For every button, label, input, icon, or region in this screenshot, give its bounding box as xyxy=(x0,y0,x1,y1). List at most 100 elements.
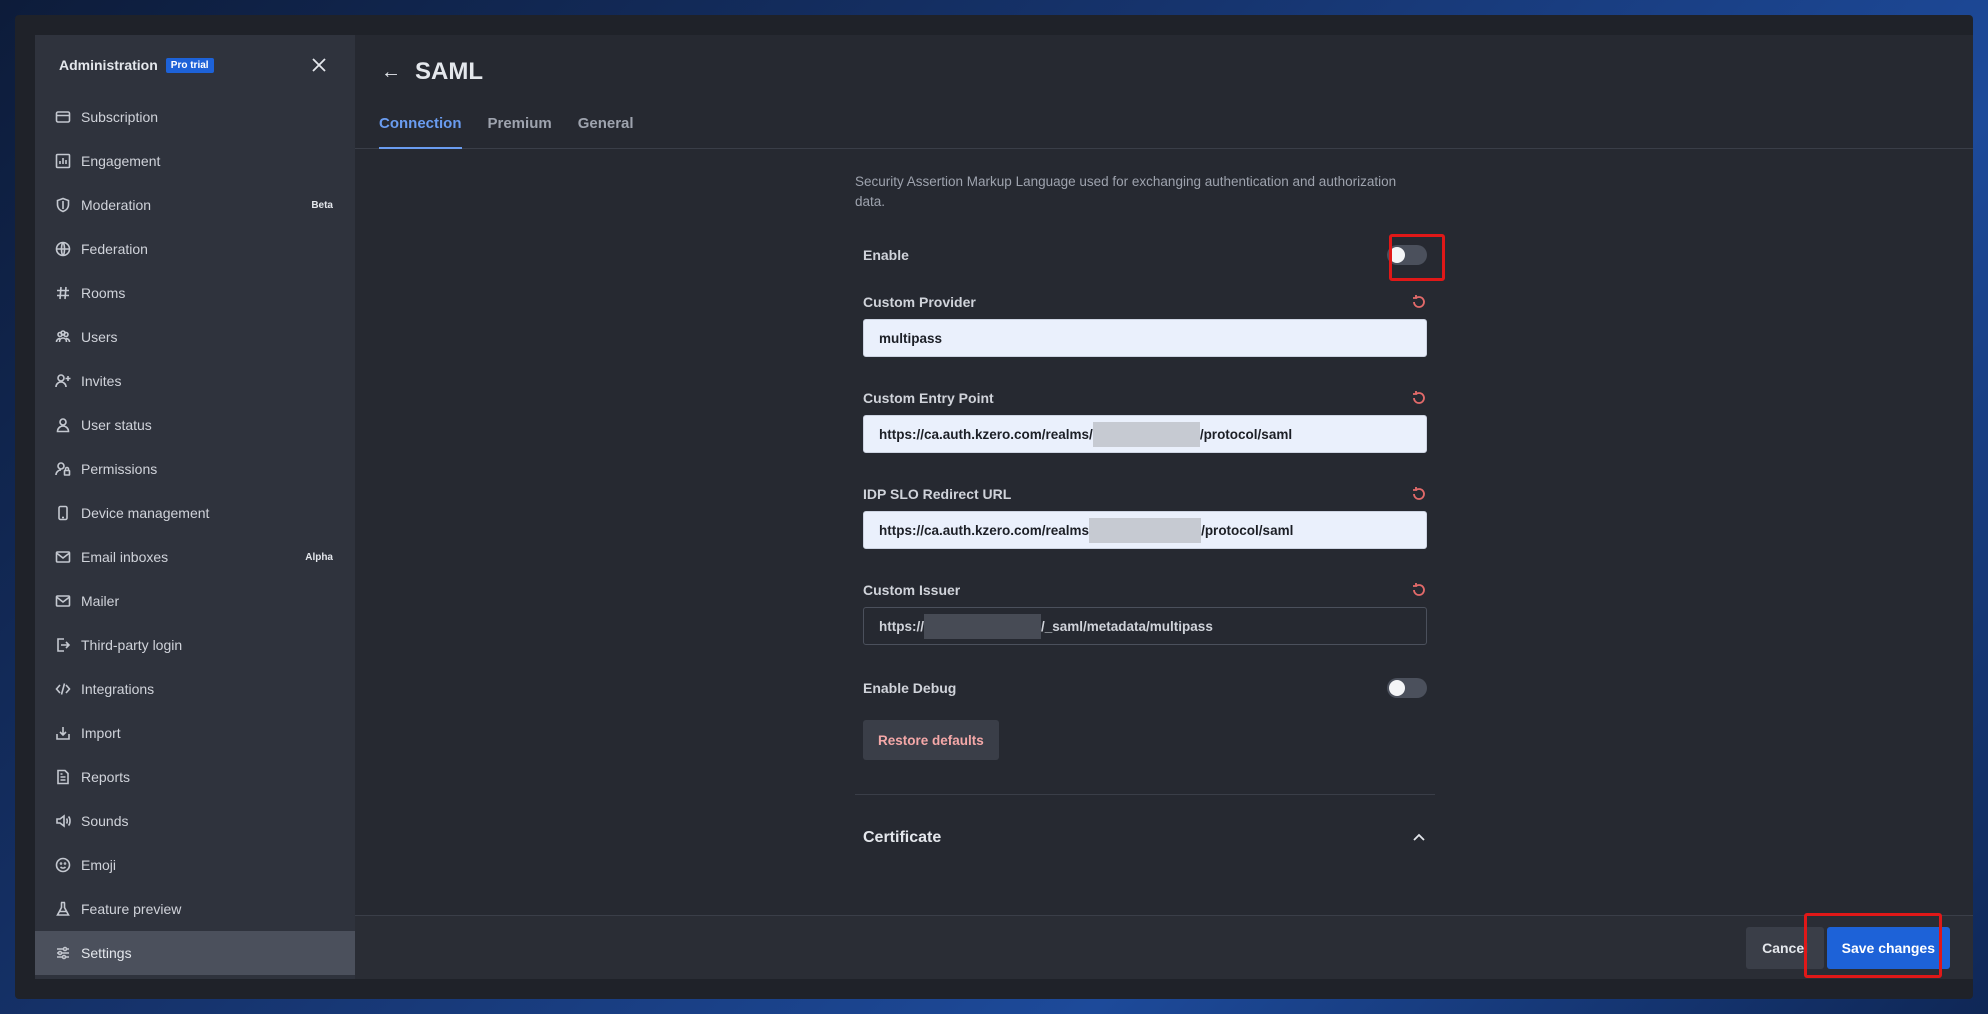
tab-connection[interactable]: Connection xyxy=(379,109,462,149)
sidebar-item-label: Federation xyxy=(81,241,148,257)
mail-icon xyxy=(55,593,71,609)
sidebar-item-label: Rooms xyxy=(81,285,126,301)
custom-issuer-row: Custom Issuer xyxy=(855,582,1427,598)
certificate-section-header[interactable]: Certificate xyxy=(855,829,1427,847)
enable-toggle[interactable] xyxy=(1387,245,1427,265)
certificate-title: Certificate xyxy=(863,829,942,846)
bar-chart-icon xyxy=(55,153,71,169)
sidebar-item-integrations[interactable]: Integrations xyxy=(35,667,355,711)
idp-slo-input[interactable]: https://ca.auth.kzero.com/realms /protoc… xyxy=(863,511,1427,549)
sliders-icon xyxy=(55,945,71,961)
sidebar-item-email-inboxes[interactable]: Email inboxes Alpha xyxy=(35,535,355,579)
sidebar-item-label: Reports xyxy=(81,769,131,785)
sidebar-item-label: Moderation xyxy=(81,197,152,213)
custom-provider-row: Custom Provider xyxy=(855,294,1427,310)
sidebar-header: Administration Pro trial xyxy=(35,35,355,95)
admin-nav: Subscription Engagement Moderation Beta Fede… xyxy=(35,95,355,975)
sidebar-item-label: Subscription xyxy=(81,109,159,125)
page-header: ← SAML xyxy=(355,35,1973,109)
sidebar-item-permissions[interactable]: Permissions xyxy=(35,447,355,491)
sidebar-item-engagement[interactable]: Engagement xyxy=(35,139,355,183)
sidebar-item-emoji[interactable]: Emoji xyxy=(35,843,355,887)
custom-entry-point-suffix: /protocol/saml xyxy=(1199,426,1293,442)
sidebar-item-badge: Alpha xyxy=(305,551,333,563)
idp-slo-label: IDP SLO Redirect URL xyxy=(863,486,1012,502)
globe-icon xyxy=(55,241,71,257)
sidebar-item-label: Permissions xyxy=(81,461,158,477)
saml-form: Security Assertion Markup Language used … xyxy=(855,172,1435,847)
mail-icon xyxy=(55,549,71,565)
user-lock-icon xyxy=(55,461,71,477)
sidebar-item-label: Engagement xyxy=(81,153,161,169)
tab-general[interactable]: General xyxy=(578,109,634,149)
sidebar-item-subscription[interactable]: Subscription xyxy=(35,95,355,139)
footer-bar: Cancel Save changes xyxy=(355,915,1973,979)
document-icon xyxy=(55,769,71,785)
custom-entry-point-prefix: https://ca.auth.kzero.com/realms/ xyxy=(879,426,1093,442)
flask-icon xyxy=(55,901,71,917)
custom-issuer-input[interactable]: https:// /_saml/metadata/multipass xyxy=(863,607,1427,645)
enable-debug-row: Enable Debug xyxy=(855,678,1427,698)
custom-provider-label: Custom Provider xyxy=(863,294,976,310)
sidebar-item-label: Import xyxy=(81,725,121,741)
sidebar-item-label: Emoji xyxy=(81,857,117,873)
save-changes-button[interactable]: Save changes xyxy=(1826,927,1950,969)
admin-sidebar: Administration Pro trial Subscription Eng… xyxy=(35,35,355,979)
sidebar-item-device-management[interactable]: Device management xyxy=(35,491,355,535)
custom-issuer-label: Custom Issuer xyxy=(863,582,961,598)
user-plus-icon xyxy=(55,373,71,389)
sidebar-item-settings[interactable]: Settings xyxy=(35,931,355,975)
redacted-block xyxy=(1092,421,1200,447)
back-arrow-icon[interactable]: ← xyxy=(381,61,401,84)
main-panel: ← SAML Connection Premium General Securi… xyxy=(355,35,1973,979)
sidebar-item-third-party-login[interactable]: Third-party login xyxy=(35,623,355,667)
download-icon xyxy=(55,725,71,741)
sidebar-title: Administration xyxy=(59,57,158,73)
app-window: Administration Pro trial Subscription Eng… xyxy=(15,15,1973,999)
sidebar-item-rooms[interactable]: Rooms xyxy=(35,271,355,315)
restore-defaults-button[interactable]: Restore defaults xyxy=(863,720,999,760)
sidebar-item-sounds[interactable]: Sounds xyxy=(35,799,355,843)
sidebar-item-users[interactable]: Users xyxy=(35,315,355,359)
reset-icon[interactable] xyxy=(1411,486,1427,502)
reset-icon[interactable] xyxy=(1411,294,1427,310)
team-icon xyxy=(55,329,71,345)
page-title: SAML xyxy=(415,58,483,85)
sidebar-item-user-status[interactable]: User status xyxy=(35,403,355,447)
sidebar-item-label: Feature preview xyxy=(81,901,182,917)
sidebar-item-label: Mailer xyxy=(81,593,120,609)
sidebar-item-reports[interactable]: Reports xyxy=(35,755,355,799)
sidebar-item-moderation[interactable]: Moderation Beta xyxy=(35,183,355,227)
sidebar-item-federation[interactable]: Federation xyxy=(35,227,355,271)
custom-entry-point-input[interactable]: https://ca.auth.kzero.com/realms/ /proto… xyxy=(863,415,1427,453)
section-divider xyxy=(855,794,1435,795)
custom-issuer-suffix: /_saml/metadata/multipass xyxy=(1041,618,1213,634)
reset-icon[interactable] xyxy=(1411,582,1427,598)
custom-issuer-prefix: https:// xyxy=(879,618,924,634)
sidebar-item-label: Email inboxes xyxy=(81,549,169,565)
sidebar-item-label: Integrations xyxy=(81,681,155,697)
settings-tabs: Connection Premium General xyxy=(355,109,1973,149)
reset-icon[interactable] xyxy=(1411,390,1427,406)
enable-debug-toggle[interactable] xyxy=(1387,678,1427,698)
sidebar-item-label: Device management xyxy=(81,505,210,521)
pro-trial-badge: Pro trial xyxy=(165,57,214,73)
idp-slo-suffix: /protocol/saml xyxy=(1201,522,1294,538)
cancel-button[interactable]: Cancel xyxy=(1746,927,1824,969)
tab-premium[interactable]: Premium xyxy=(488,109,552,149)
redacted-block xyxy=(924,613,1041,639)
sidebar-item-feature-preview[interactable]: Feature preview xyxy=(35,887,355,931)
emoji-icon xyxy=(55,857,71,873)
sidebar-item-mailer[interactable]: Mailer xyxy=(35,579,355,623)
sidebar-item-label: Third-party login xyxy=(81,637,183,653)
chevron-up-icon[interactable] xyxy=(1411,830,1427,846)
custom-provider-value: multipass xyxy=(879,330,943,346)
custom-entry-point-row: Custom Entry Point xyxy=(855,390,1427,406)
sidebar-item-import[interactable]: Import xyxy=(35,711,355,755)
close-icon[interactable] xyxy=(311,57,327,73)
sidebar-item-label: Users xyxy=(81,329,118,345)
user-icon xyxy=(55,417,71,433)
custom-provider-input[interactable]: multipass xyxy=(863,319,1427,357)
sidebar-item-invites[interactable]: Invites xyxy=(35,359,355,403)
login-icon xyxy=(55,637,71,653)
